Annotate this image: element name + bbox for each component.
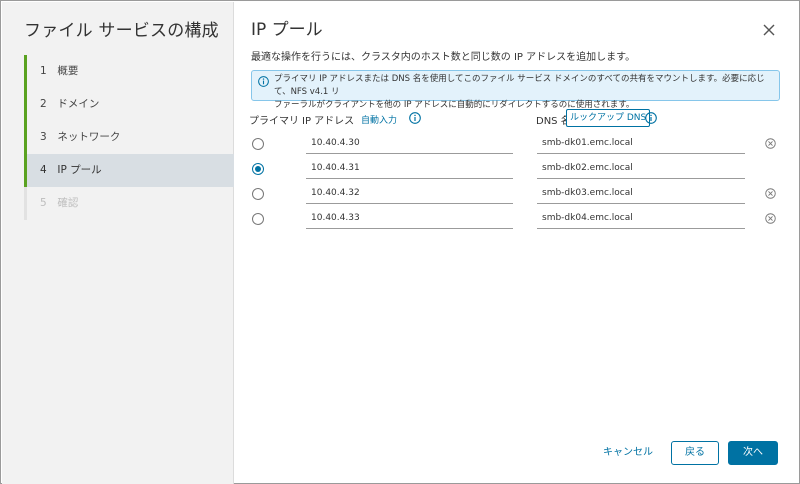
wizard-sidebar: ファイル サービスの構成 1 概要 2 ドメイン 3 ネットワーク 4 IP プ… (2, 2, 234, 484)
info-text-line1: プライマリ IP アドレスまたは DNS 名を使用してこのファイル サービス ド… (274, 74, 765, 97)
info-text-line2: ファーラルがクライアントを他の IP アドレスに自動的にリダイレクトするのに使用… (274, 100, 635, 110)
next-button[interactable]: 次へ (728, 441, 778, 465)
page-title: IP プール (251, 20, 323, 40)
dialog: ファイル サービスの構成 1 概要 2 ドメイン 3 ネットワーク 4 IP プ… (0, 0, 800, 484)
primary-radio[interactable] (252, 163, 264, 175)
remove-circle-icon[interactable] (765, 213, 776, 224)
lookup-dns-button[interactable]: ルックアップ DNS (566, 109, 651, 127)
step-label: IP プール (57, 164, 102, 176)
wizard-content: IP プール 最適な操作を行うには、クラスタ内のホスト数と同じ数の IP アドレ… (235, 2, 800, 484)
info-icon (258, 76, 269, 87)
info-icon[interactable] (409, 112, 421, 124)
info-icon[interactable] (645, 112, 657, 124)
ip-address-input[interactable]: 10.40.4.31 (306, 157, 513, 179)
close-icon[interactable] (761, 22, 777, 38)
dns-name-input[interactable]: smb-dk04.emc.local (537, 207, 745, 229)
dns-name-input[interactable]: smb-dk02.emc.local (537, 157, 745, 179)
dns-name-input[interactable]: smb-dk03.emc.local (537, 182, 745, 204)
ip-pool-row: 10.40.4.30 smb-dk01.emc.local (235, 132, 800, 157)
remove-circle-icon[interactable] (765, 138, 776, 149)
ip-pool-row: 10.40.4.31 smb-dk02.emc.local (235, 157, 800, 182)
ip-pool-row: 10.40.4.32 smb-dk03.emc.local (235, 182, 800, 207)
step-label: ネットワーク (57, 131, 121, 143)
step-network[interactable]: 3 ネットワーク (24, 121, 234, 154)
dns-name-input[interactable]: smb-dk01.emc.local (537, 132, 745, 154)
step-label: ドメイン (57, 98, 100, 110)
step-overview[interactable]: 1 概要 (24, 55, 234, 88)
wizard-title: ファイル サービスの構成 (24, 21, 219, 41)
primary-radio[interactable] (252, 138, 264, 150)
back-button[interactable]: 戻る (671, 441, 719, 465)
ip-address-input[interactable]: 10.40.4.32 (306, 182, 513, 204)
step-ip-pool[interactable]: 4 IP プール (24, 154, 234, 187)
cancel-button[interactable]: キャンセル (597, 441, 659, 465)
primary-radio[interactable] (252, 188, 264, 200)
ip-address-input[interactable]: 10.40.4.33 (306, 207, 513, 229)
step-domain[interactable]: 2 ドメイン (24, 88, 234, 121)
page-description: 最適な操作を行うには、クラスタ内のホスト数と同じ数の IP アドレスを追加します… (251, 52, 636, 63)
column-header-primary: プライマリ (249, 116, 299, 127)
step-review: 5 確認 (24, 187, 234, 220)
autofill-link[interactable]: 自動入力 (361, 113, 397, 126)
column-header-ip: IP アドレス (302, 116, 355, 127)
info-alert: プライマリ IP アドレスまたは DNS 名を使用してこのファイル サービス ド… (251, 70, 780, 110)
wizard-steps: 1 概要 2 ドメイン 3 ネットワーク 4 IP プール 5 確認 (24, 55, 234, 220)
ip-address-input[interactable]: 10.40.4.30 (306, 132, 513, 154)
ip-pool-row: 10.40.4.33 smb-dk04.emc.local (235, 207, 800, 232)
remove-circle-icon[interactable] (765, 188, 776, 199)
primary-radio[interactable] (252, 213, 264, 225)
step-label: 確認 (57, 197, 79, 209)
step-label: 概要 (57, 65, 79, 77)
